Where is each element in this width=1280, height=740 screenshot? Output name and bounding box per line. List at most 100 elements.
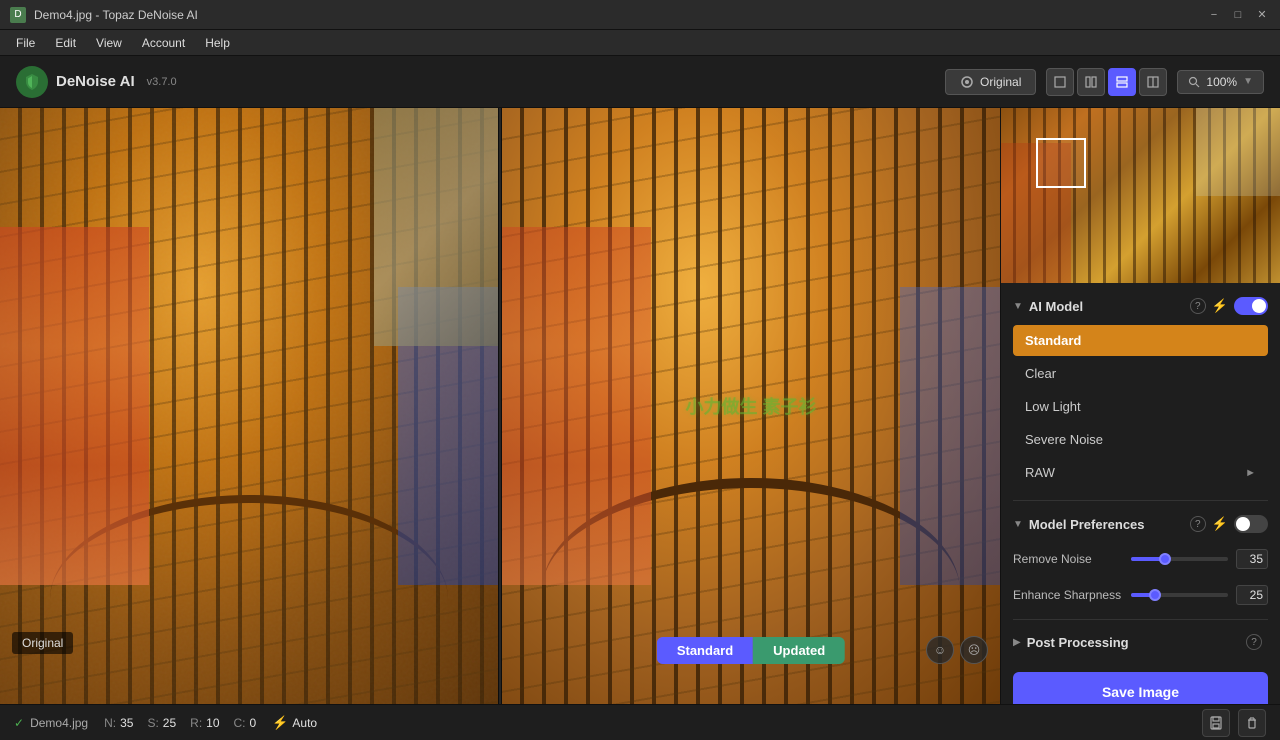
preview-thumbnail [1001,108,1280,283]
model-option-clear[interactable]: Clear [1013,358,1268,389]
recover-value: 10 [206,716,219,730]
logo-name: DeNoise AI [56,73,135,90]
remove-noise-row: Remove Noise 35 [1013,543,1268,575]
enhance-sharpness-slider[interactable] [1131,593,1228,597]
divider-1 [1013,500,1268,501]
original-button[interactable]: Original [945,69,1036,95]
remove-noise-thumb [1159,553,1171,565]
ai-model-lightning-icon: ⚡ [1212,298,1228,314]
remove-noise-slider[interactable] [1131,557,1228,561]
comparison-icons: ☺ ☹ [926,636,988,664]
sidebar-content: ▼ AI Model ? ⚡ Standard Clear Low Light … [1001,283,1280,664]
noise-value: 35 [120,716,133,730]
file-indicator: ✓ Demo4.jpg [14,716,88,730]
status-bar: ✓ Demo4.jpg N: 35 S: 25 R: 10 C: 0 ⚡ Aut… [0,704,1280,740]
divider-2 [1013,619,1268,620]
left-image-panel [0,108,498,704]
ai-model-chevron: ▼ [1013,301,1023,312]
model-prefs-section-header[interactable]: ▼ Model Preferences ? ⚡ [1013,509,1268,539]
view-split-h[interactable] [1077,68,1105,96]
thumbnail-navigator[interactable] [1036,138,1086,188]
model-prefs-toggle[interactable] [1234,515,1268,533]
image-area[interactable]: 小力做生 素子衫 Standard Updated ☺ ☹ Original [0,108,1000,704]
enhance-sharpness-value[interactable]: 25 [1236,585,1268,605]
save-image-button[interactable]: Save Image [1013,672,1268,704]
menu-account[interactable]: Account [132,33,195,53]
main-layout: 小力做生 素子衫 Standard Updated ☺ ☹ Original [0,108,1280,704]
window-controls: − □ ✕ [1206,7,1270,23]
compare-icon-2[interactable]: ☹ [960,636,988,664]
standard-label: Standard [657,637,753,664]
color-value: 0 [250,716,257,730]
menu-help[interactable]: Help [195,33,240,53]
right-sidebar: ▼ AI Model ? ⚡ Standard Clear Low Light … [1000,108,1280,704]
enhance-sharpness-thumb [1149,589,1161,601]
comparison-bar: Standard Updated [657,637,845,664]
color-label: C: [234,716,246,730]
image-canvas: 小力做生 素子衫 Standard Updated ☺ ☹ [0,108,1000,704]
model-option-severe-noise[interactable]: Severe Noise [1013,424,1268,455]
model-option-low-light[interactable]: Low Light [1013,391,1268,422]
save-small-button[interactable] [1202,709,1230,737]
toolbar-center: Original 100% ▼ [945,68,1264,96]
recover-stat: R: 10 [190,716,219,730]
auto-button[interactable]: ⚡ Auto [272,715,317,731]
model-prefs-title: Model Preferences [1029,517,1190,532]
enhance-sharpness-label: Enhance Sharpness [1013,588,1123,602]
logo-icon [16,66,48,98]
updated-label: Updated [753,637,845,664]
remove-noise-value[interactable]: 35 [1236,549,1268,569]
post-processing-title: Post Processing [1027,635,1246,650]
color-stat: C: 0 [234,716,257,730]
close-button[interactable]: ✕ [1254,7,1270,23]
enhance-sharpness-row: Enhance Sharpness 25 [1013,579,1268,611]
noise-stat: N: 35 [104,716,133,730]
sharpness-stat: S: 25 [147,716,176,730]
ai-model-section-header[interactable]: ▼ AI Model ? ⚡ [1013,291,1268,321]
ai-model-help[interactable]: ? [1190,298,1206,314]
sharpness-label: S: [147,716,158,730]
maximize-button[interactable]: □ [1230,7,1246,23]
zoom-control[interactable]: 100% ▼ [1177,70,1264,94]
view-split-v[interactable] [1108,68,1136,96]
title-bar: D Demo4.jpg - Topaz DeNoise AI − □ ✕ [0,0,1280,30]
model-option-standard[interactable]: Standard [1013,325,1268,356]
logo-version: v3.7.0 [147,76,177,88]
model-prefs-help[interactable]: ? [1190,516,1206,532]
view-mode-buttons [1046,68,1167,96]
post-processing-header[interactable]: ▶ Post Processing ? [1013,628,1268,656]
logo-area: DeNoise AI v3.7.0 [16,66,177,98]
ai-model-title: AI Model [1029,299,1190,314]
view-single-right[interactable] [1139,68,1167,96]
model-prefs-lightning-icon: ⚡ [1212,516,1228,532]
right-image-panel: 小力做生 素子衫 Standard Updated ☺ ☹ [502,108,1000,704]
original-panel-label: Original [12,632,73,654]
menu-file[interactable]: File [6,33,45,53]
noise-label: N: [104,716,116,730]
recover-label: R: [190,716,202,730]
model-options-list: Standard Clear Low Light Severe Noise RA… [1013,325,1268,488]
model-option-raw[interactable]: RAW ► [1013,457,1268,488]
sharpness-value: 25 [163,716,176,730]
compare-icon-1[interactable]: ☺ [926,636,954,664]
menu-bar: File Edit View Account Help [0,30,1280,56]
post-processing-chevron: ▶ [1013,637,1021,648]
status-values: N: 35 S: 25 R: 10 C: 0 [104,716,256,730]
title-text: Demo4.jpg - Topaz DeNoise AI [34,8,1206,22]
remove-noise-label: Remove Noise [1013,552,1123,566]
auto-lightning-icon: ⚡ [272,715,288,731]
menu-view[interactable]: View [86,33,132,53]
post-processing-help[interactable]: ? [1246,634,1262,650]
bottom-right-buttons [1202,709,1266,737]
app-icon: D [10,7,26,23]
raw-arrow-icon: ► [1245,467,1256,479]
toolbar: DeNoise AI v3.7.0 Original [0,56,1280,108]
panel-separator[interactable] [498,108,502,704]
minimize-button[interactable]: − [1206,7,1222,23]
delete-button[interactable] [1238,709,1266,737]
check-icon: ✓ [14,716,24,730]
ai-model-toggle[interactable] [1234,297,1268,315]
model-prefs-chevron: ▼ [1013,519,1023,530]
menu-edit[interactable]: Edit [45,33,86,53]
view-single-left[interactable] [1046,68,1074,96]
